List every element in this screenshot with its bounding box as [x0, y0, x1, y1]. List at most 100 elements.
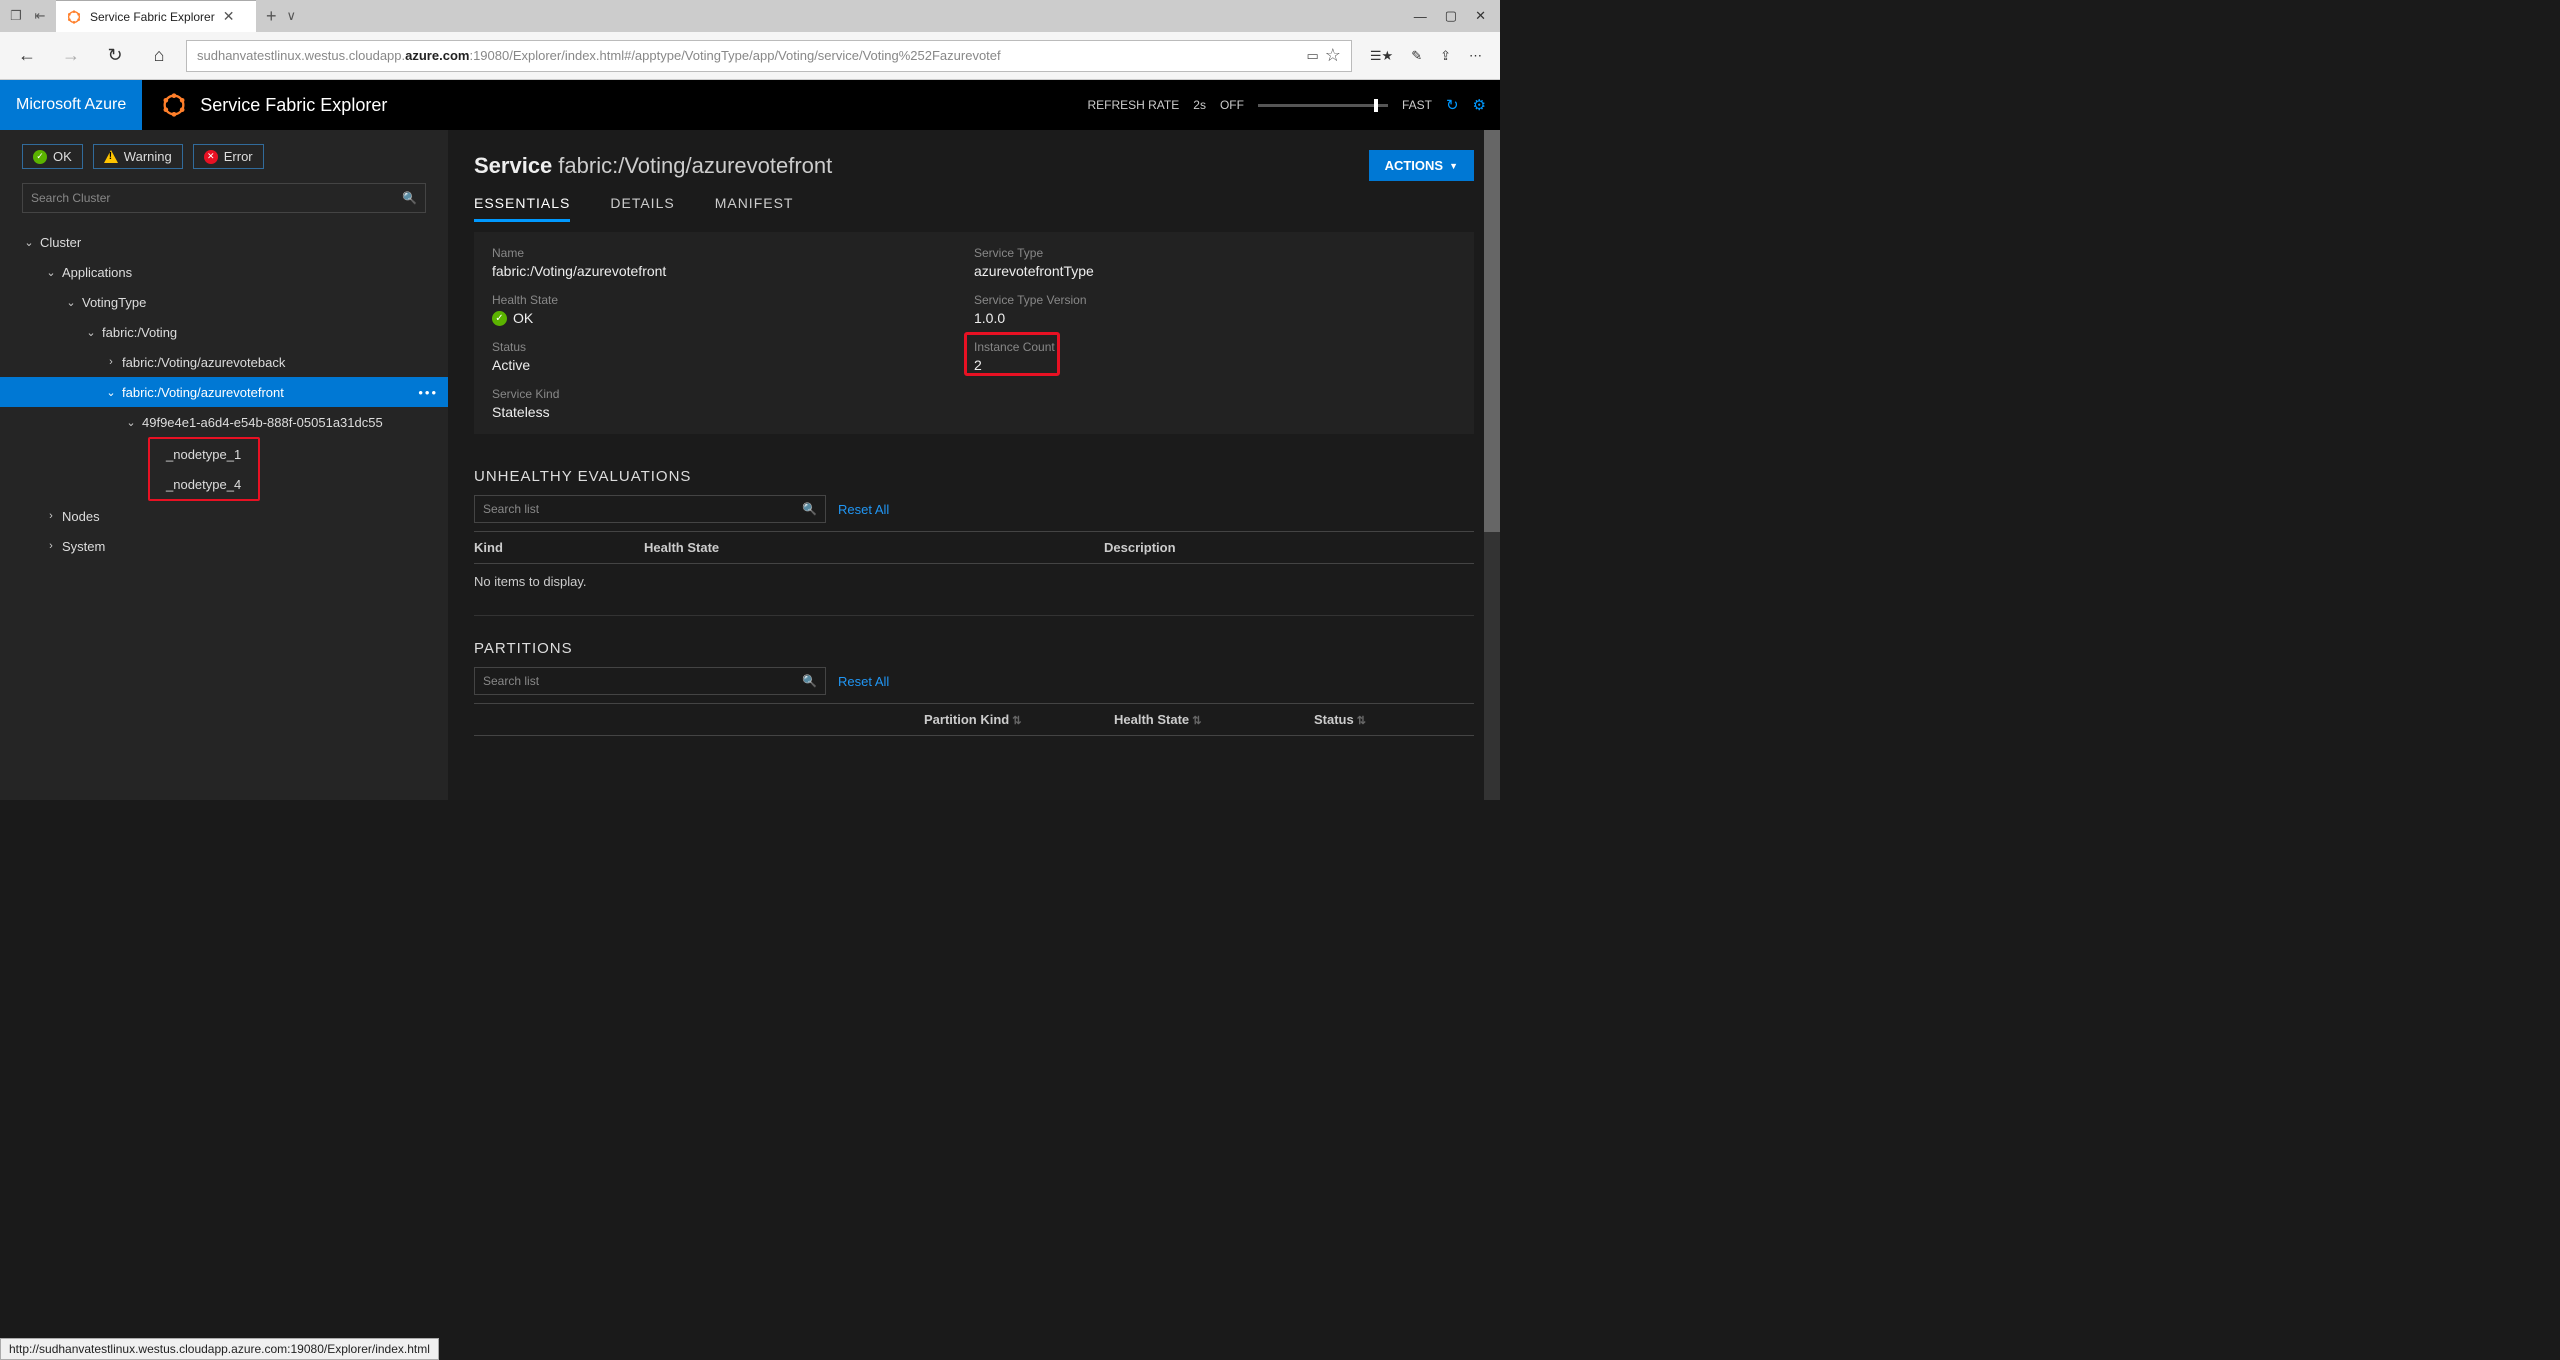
unhealthy-empty: No items to display.	[474, 564, 1474, 616]
tree-node-4[interactable]: _nodetype_4	[150, 469, 258, 499]
health-error-button[interactable]: ✕Error	[193, 144, 264, 169]
tree-label: Nodes	[62, 509, 100, 524]
health-ok-button[interactable]: ✓OK	[22, 144, 83, 169]
tree-service-front[interactable]: ⌄fabric:/Voting/azurevotefront•••	[0, 377, 448, 407]
search-placeholder: Search list	[483, 674, 539, 688]
health-error-label: Error	[224, 149, 253, 164]
page-title-prefix: Service	[474, 153, 552, 179]
minimize-icon[interactable]: —	[1414, 9, 1427, 24]
title-bar: ❐ ⇤ Service Fabric Explorer ✕ + ∨ — ▢ ✕	[0, 0, 1500, 32]
back-icon[interactable]: ←	[10, 39, 44, 73]
scrollbar-thumb[interactable]	[1484, 130, 1500, 532]
favorites-hub-icon[interactable]: ☰★	[1370, 48, 1393, 64]
search-placeholder: Search list	[483, 502, 539, 516]
tree-system[interactable]: ›System	[0, 531, 448, 561]
brand-logo[interactable]: Microsoft Azure	[0, 80, 142, 130]
field-value: fabric:/Voting/azurevotefront	[492, 263, 974, 279]
window-controls: — ▢ ✕	[1400, 0, 1500, 32]
tree-item-more-icon[interactable]: •••	[418, 385, 438, 400]
address-input[interactable]: sudhanvatestlinux.westus.cloudapp.azure.…	[186, 40, 1352, 72]
field-name: Namefabric:/Voting/azurevotefront	[492, 246, 974, 279]
app-header: Microsoft Azure Service Fabric Explorer …	[0, 80, 1500, 130]
search-icon: 🔍	[802, 502, 817, 516]
service-fabric-icon	[160, 91, 188, 119]
partitions-search-row: Search list 🔍 Reset All	[474, 667, 1474, 695]
tree-node-1[interactable]: _nodetype_1	[150, 439, 258, 469]
share-icon[interactable]: ⇪	[1440, 48, 1451, 64]
browser-tab[interactable]: Service Fabric Explorer ✕	[56, 0, 256, 32]
maximize-icon[interactable]: ▢	[1445, 8, 1457, 24]
search-icon: 🔍	[802, 674, 817, 688]
tree-label: VotingType	[82, 295, 146, 310]
slider-thumb[interactable]	[1374, 99, 1378, 112]
tree-service-back[interactable]: ›fabric:/Voting/azurevoteback	[0, 347, 448, 377]
notes-icon[interactable]: ✎	[1411, 48, 1422, 64]
field-value: 1.0.0	[974, 310, 1456, 326]
col-health-state[interactable]: Health State	[1114, 712, 1314, 727]
partitions-title: PARTITIONS	[474, 640, 1474, 657]
toolbar-icons: ☰★ ✎ ⇪ ⋯	[1362, 48, 1490, 64]
favorite-star-icon[interactable]: ☆	[1325, 45, 1341, 66]
unhealthy-table-header: Kind Health State Description	[474, 531, 1474, 564]
header-right: REFRESH RATE 2s OFF FAST ↻ ⚙	[1087, 96, 1500, 114]
partitions-reset-link[interactable]: Reset All	[838, 674, 889, 689]
col-partition-kind[interactable]: Partition Kind	[924, 712, 1114, 727]
col-description[interactable]: Description	[1104, 540, 1176, 555]
close-window-icon[interactable]: ✕	[1475, 8, 1486, 24]
tree-cluster[interactable]: ⌄Cluster	[0, 227, 448, 257]
field-health-state: Health State✓OK	[492, 293, 974, 326]
search-icon: 🔍	[402, 191, 417, 205]
browser-status-bar: http://sudhanvatestlinux.westus.cloudapp…	[0, 1338, 439, 1360]
browser-chrome: ❐ ⇤ Service Fabric Explorer ✕ + ∨ — ▢ ✕ …	[0, 0, 1500, 80]
cluster-tree: ⌄Cluster ⌄Applications ⌄VotingType ⌄fabr…	[0, 223, 448, 565]
content-pane: Service fabric:/Voting/azurevotefront AC…	[448, 130, 1500, 800]
new-tab-icon[interactable]: +	[266, 6, 277, 27]
content-scrollbar[interactable]	[1484, 130, 1500, 800]
tab-manifest[interactable]: MANIFEST	[715, 195, 794, 222]
settings-gear-icon[interactable]: ⚙	[1473, 96, 1486, 114]
unhealthy-reset-link[interactable]: Reset All	[838, 502, 889, 517]
refresh-now-icon[interactable]: ↻	[1446, 96, 1459, 114]
unhealthy-search-row: Search list 🔍 Reset All	[474, 495, 1474, 523]
tab-chevron-icon[interactable]: ∨	[287, 8, 297, 24]
tab-essentials[interactable]: ESSENTIALS	[474, 195, 570, 222]
sidebar-search-placeholder: Search Cluster	[31, 191, 110, 205]
tree-partition[interactable]: ⌄49f9e4e1-a6d4-e54b-888f-05051a31dc55	[0, 407, 448, 437]
set-aside-tabs-icon[interactable]: ⇤	[32, 8, 48, 24]
detail-tabs: ESSENTIALS DETAILS MANIFEST	[474, 195, 1474, 222]
tree-label: Cluster	[40, 235, 81, 250]
refresh-off-label: OFF	[1220, 98, 1244, 112]
col-health-state[interactable]: Health State	[644, 540, 1104, 555]
field-value: Active	[492, 357, 974, 373]
tabs-overview-icon[interactable]: ❐	[8, 8, 24, 24]
health-filter-row: ✓OK Warning ✕Error	[0, 144, 448, 183]
tab-details[interactable]: DETAILS	[610, 195, 674, 222]
sidebar-search-input[interactable]: Search Cluster 🔍	[22, 183, 426, 213]
refresh-rate-slider[interactable]	[1258, 104, 1388, 107]
url-part-1: sudhanvatestlinux.westus.cloudapp.	[197, 48, 405, 63]
actions-button[interactable]: ACTIONS▼	[1369, 150, 1474, 181]
reading-view-icon[interactable]: ▭	[1306, 48, 1318, 64]
url-part-bold: azure.com	[405, 48, 469, 63]
refresh-rate-value: 2s	[1193, 98, 1206, 112]
tree-applications[interactable]: ⌄Applications	[0, 257, 448, 287]
field-status: StatusActive	[492, 340, 974, 373]
tree-apptype[interactable]: ⌄VotingType	[0, 287, 448, 317]
service-fabric-icon	[66, 9, 82, 25]
home-icon[interactable]: ⌂	[142, 39, 176, 73]
tree-nodes[interactable]: ›Nodes	[0, 501, 448, 531]
unhealthy-search-input[interactable]: Search list 🔍	[474, 495, 826, 523]
forward-icon[interactable]: →	[54, 39, 88, 73]
tree-app-voting[interactable]: ⌄fabric:/Voting	[0, 317, 448, 347]
close-tab-icon[interactable]: ✕	[223, 8, 235, 25]
col-status[interactable]: Status	[1314, 712, 1366, 727]
more-menu-icon[interactable]: ⋯	[1469, 48, 1482, 64]
col-kind[interactable]: Kind	[474, 540, 644, 555]
unhealthy-title: UNHEALTHY EVALUATIONS	[474, 468, 1474, 485]
health-warning-button[interactable]: Warning	[93, 144, 183, 169]
partitions-search-input[interactable]: Search list 🔍	[474, 667, 826, 695]
refresh-icon[interactable]: ↻	[98, 39, 132, 73]
field-service-type-version: Service Type Version 1.0.0	[974, 293, 1456, 326]
field-label: Service Type Version	[974, 293, 1456, 307]
field-service-kind: Service KindStateless	[492, 387, 974, 420]
